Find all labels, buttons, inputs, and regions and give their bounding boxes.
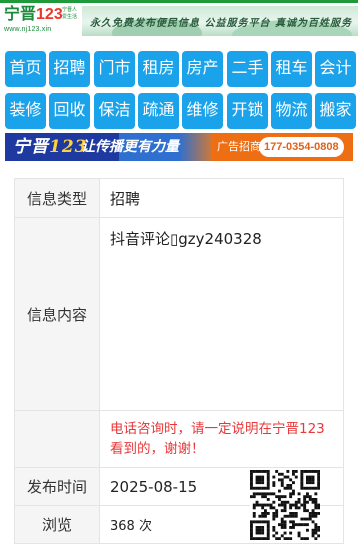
- nav-item[interactable]: 维修: [182, 93, 223, 129]
- tip-text: 电话咨询时，请一定说明在宁晋123看到的，谢谢！: [99, 410, 344, 468]
- banner-slogan: 永久免费发布便民信息 公益服务平台 真诚为百姓服务: [90, 18, 352, 29]
- nav-item[interactable]: 房产: [182, 51, 223, 87]
- ad-label: 广告招商: [217, 140, 261, 153]
- qr-code-image: [250, 470, 320, 540]
- nav-item[interactable]: 租车: [271, 51, 312, 87]
- nav-item[interactable]: 首页: [5, 51, 46, 87]
- ad-logo-name: 宁晋: [13, 137, 49, 157]
- nav-item[interactable]: 疏通: [138, 93, 179, 129]
- nav-item[interactable]: 物流: [271, 93, 312, 129]
- nav-item[interactable]: 保洁: [94, 93, 135, 129]
- content-value: 抖音评论▯gzy240328: [99, 217, 344, 411]
- ad-logo: 宁晋123: [13, 136, 88, 158]
- header-banner: 永久免费发布便民信息 公益服务平台 真诚为百姓服务: [82, 6, 358, 36]
- logo-url: www.nj123.xin: [4, 26, 52, 33]
- nav-item[interactable]: 回收: [49, 93, 90, 129]
- info-row-type: 信息类型 招聘: [14, 178, 344, 218]
- type-value: 招聘: [99, 178, 344, 218]
- nav-item[interactable]: 二手: [227, 51, 268, 87]
- nav-item[interactable]: 门市: [94, 51, 135, 87]
- logo-tagline: 宁晋人 爱生活: [62, 7, 78, 20]
- info-row-content: 信息内容 抖音评论▯gzy240328: [14, 217, 344, 411]
- logo-number: 123: [36, 6, 63, 23]
- ad-slogan: 让传播更有力量: [81, 139, 179, 155]
- ad-banner[interactable]: 宁晋123 让传播更有力量 广告招商 177-0354-0808: [5, 133, 353, 161]
- qr-code: [250, 470, 320, 540]
- type-label: 信息类型: [14, 178, 100, 218]
- site-logo[interactable]: 宁晋123 宁晋人 爱生活 www.nj123.xin: [4, 6, 77, 36]
- site-header: 宁晋123 宁晋人 爱生活 www.nj123.xin 永久免费发布便民信息 公益…: [0, 3, 358, 37]
- ad-phone[interactable]: 177-0354-0808: [259, 137, 344, 157]
- date-label: 发布时间: [14, 467, 100, 506]
- nav-item[interactable]: 租房: [138, 51, 179, 87]
- logo-wordmark: 宁晋123: [4, 6, 63, 24]
- nav-item[interactable]: 会计: [315, 51, 356, 87]
- views-label: 浏览: [14, 505, 100, 544]
- info-row-tip: 电话咨询时，请一定说明在宁晋123看到的，谢谢！: [14, 410, 344, 468]
- nav-item[interactable]: 搬家: [315, 93, 356, 129]
- nav-item[interactable]: 招聘: [49, 51, 90, 87]
- logo-name: 宁晋: [4, 6, 37, 23]
- content-label: 信息内容: [14, 217, 100, 411]
- tip-label-empty: [14, 410, 100, 468]
- nav-item[interactable]: 开锁: [227, 93, 268, 129]
- nav-item[interactable]: 装修: [5, 93, 46, 129]
